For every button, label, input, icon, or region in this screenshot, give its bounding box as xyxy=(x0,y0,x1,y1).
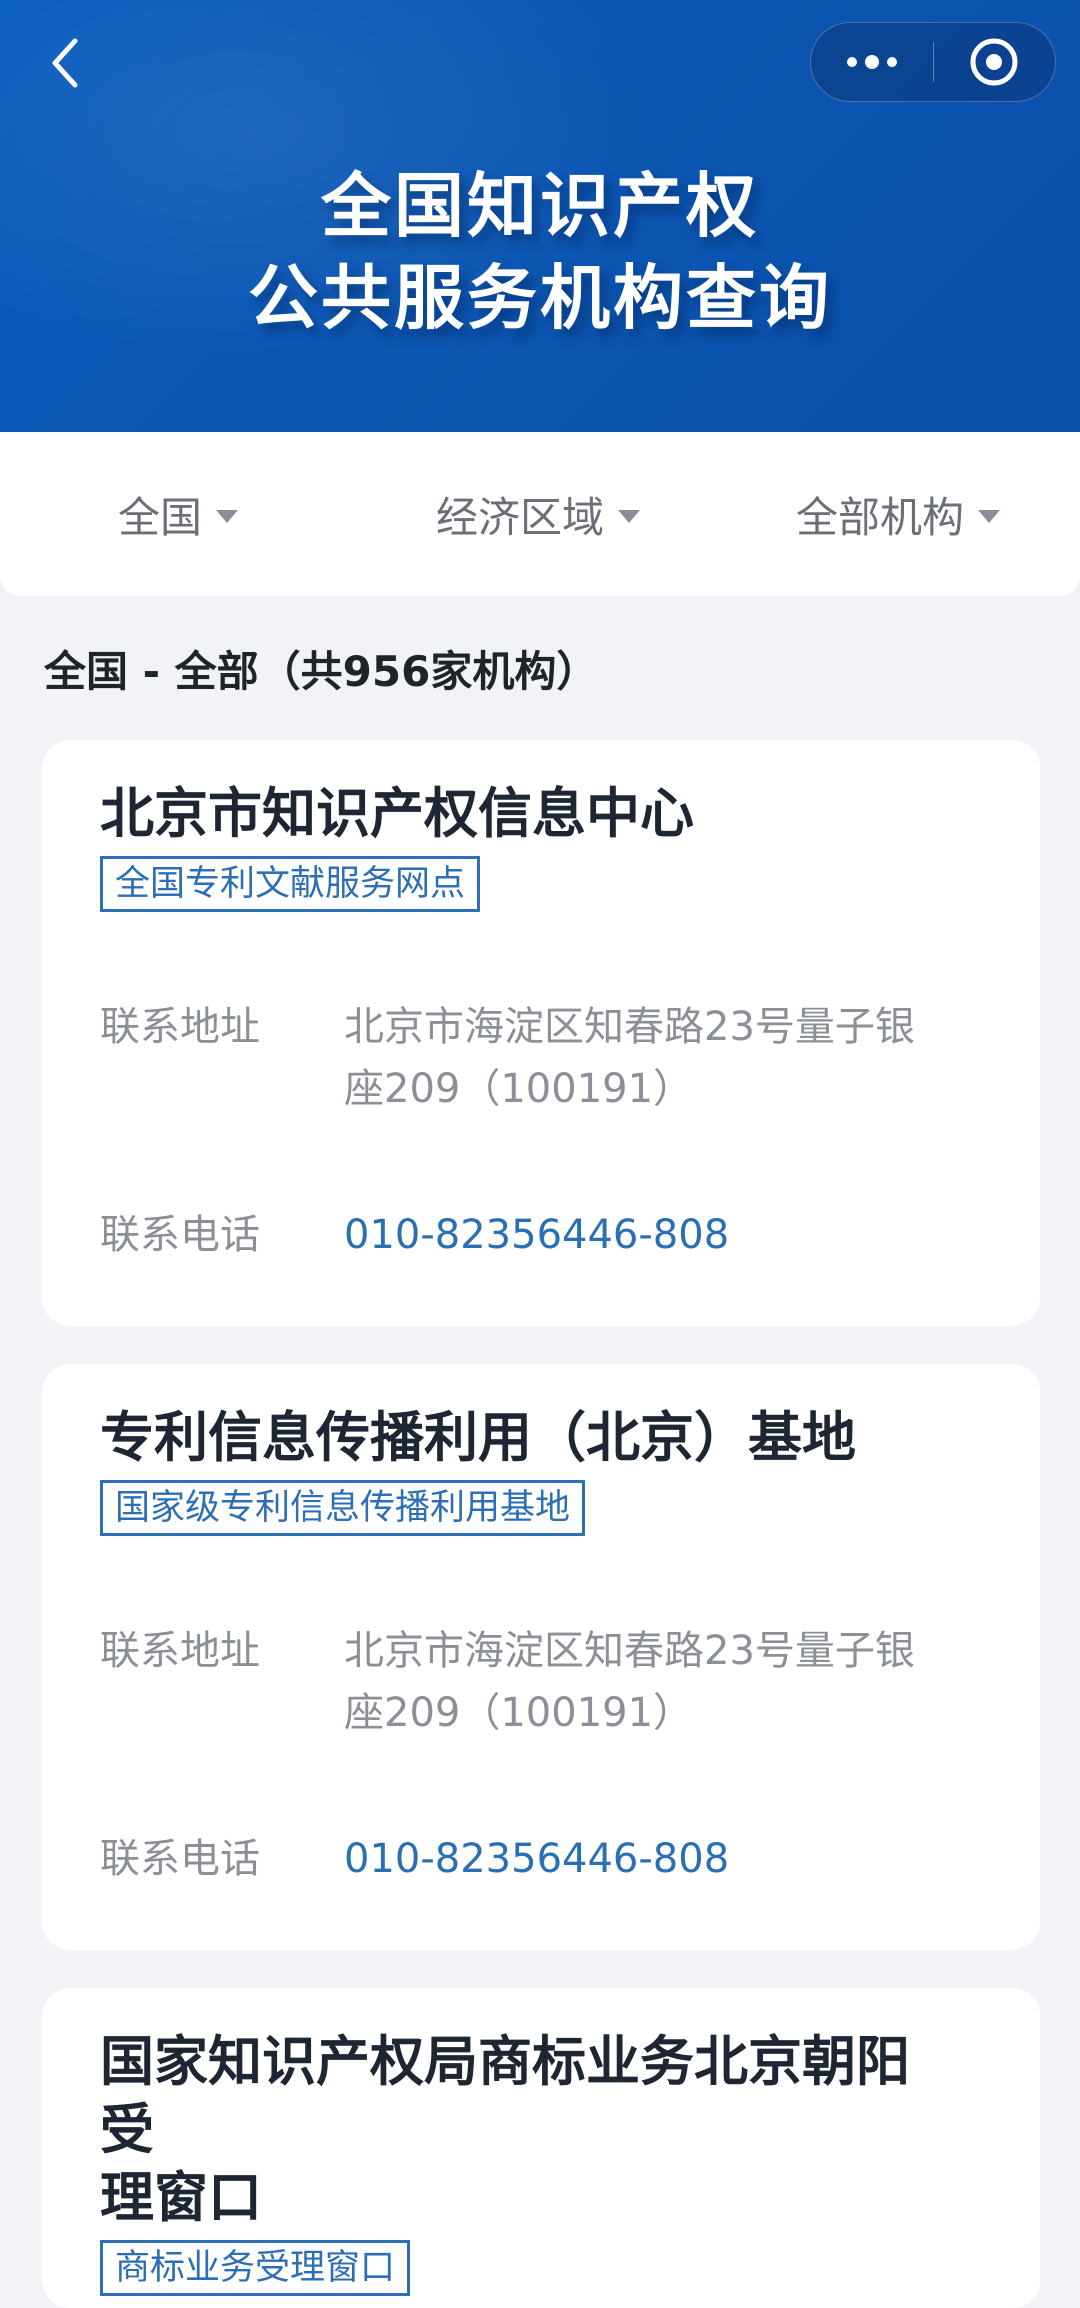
caret-down-icon xyxy=(618,509,641,523)
address-line: 座209（100191） xyxy=(344,1690,694,1736)
institution-name: 国家知识产权局商标业务北京朝阳受 理窗口 xyxy=(100,2028,940,2232)
result-summary: 全国 - 全部（共956家机构） xyxy=(44,647,599,696)
phone-row: 联系电话 010-82356446-808 xyxy=(100,1204,940,1266)
address-line: 北京市海淀区知春路23号量子银 xyxy=(344,1628,915,1674)
phone-link[interactable]: 010-82356446-808 xyxy=(344,1204,940,1266)
institution-card[interactable]: 北京市知识产权信息中心 全国专利文献服务网点 联系地址 北京市海淀区知春路23号… xyxy=(42,740,1040,1326)
caret-down-icon xyxy=(978,509,1001,523)
more-button[interactable] xyxy=(811,23,933,101)
institution-name: 北京市知识产权信息中心 xyxy=(100,782,694,845)
filter-institution-type-dropdown[interactable]: 全部机构 xyxy=(796,482,1001,546)
header-banner: 全国知识产权 公共服务机构查询 xyxy=(0,0,1080,432)
phone-link[interactable]: 010-82356446-808 xyxy=(344,1828,940,1890)
caret-down-icon xyxy=(216,509,239,523)
page-title-line2: 公共服务机构查询 xyxy=(248,257,832,339)
institution-category-tag: 商标业务受理窗口 xyxy=(100,2240,411,2296)
more-dots-icon xyxy=(846,55,897,69)
address-value: 北京市海淀区知春路23号量子银 座209（100191） xyxy=(344,996,940,1120)
address-value: 北京市海淀区知春路23号量子银 座209（100191） xyxy=(344,1620,940,1744)
address-row: 联系地址 北京市海淀区知春路23号量子银 座209（100191） xyxy=(100,1620,940,1744)
phone-label: 联系电话 xyxy=(100,1212,260,1258)
phone-label: 联系电话 xyxy=(100,1836,260,1882)
page-title: 全国知识产权 公共服务机构查询 xyxy=(0,160,1080,344)
institution-card[interactable]: 国家知识产权局商标业务北京朝阳受 理窗口 商标业务受理窗口 xyxy=(42,1988,1040,2308)
filter-region-dropdown[interactable]: 全国 xyxy=(118,482,239,546)
filter-economic-zone-dropdown[interactable]: 经济区域 xyxy=(436,482,641,546)
institution-category-tag: 国家级专利信息传播利用基地 xyxy=(100,1480,586,1536)
close-button[interactable] xyxy=(934,23,1056,101)
institution-name: 专利信息传播利用（北京）基地 xyxy=(100,1406,856,1469)
institution-category-tag: 全国专利文献服务网点 xyxy=(100,856,481,912)
address-line: 座209（100191） xyxy=(344,1066,694,1112)
target-circle-icon xyxy=(970,38,1018,86)
filter-economic-zone-label: 经济区域 xyxy=(436,492,605,542)
chevron-left-icon xyxy=(52,38,78,88)
back-button[interactable] xyxy=(30,28,100,98)
filter-bar: 全国 经济区域 全部机构 xyxy=(0,432,1080,596)
phone-row: 联系电话 010-82356446-808 xyxy=(100,1828,940,1890)
address-label: 联系地址 xyxy=(100,1004,260,1050)
filter-region-label: 全国 xyxy=(118,492,203,542)
institution-name-line: 理窗口 xyxy=(100,2166,262,2229)
institution-card[interactable]: 专利信息传播利用（北京）基地 国家级专利信息传播利用基地 联系地址 北京市海淀区… xyxy=(42,1364,1040,1950)
institution-name-line: 国家知识产权局商标业务北京朝阳受 xyxy=(100,2030,910,2161)
filter-institution-type-label: 全部机构 xyxy=(796,492,965,542)
address-label: 联系地址 xyxy=(100,1628,260,1674)
page-title-line1: 全国知识产权 xyxy=(321,165,759,247)
address-row: 联系地址 北京市海淀区知春路23号量子银 座209（100191） xyxy=(100,996,940,1120)
mini-program-capsule xyxy=(810,22,1056,102)
address-line: 北京市海淀区知春路23号量子银 xyxy=(344,1004,915,1050)
